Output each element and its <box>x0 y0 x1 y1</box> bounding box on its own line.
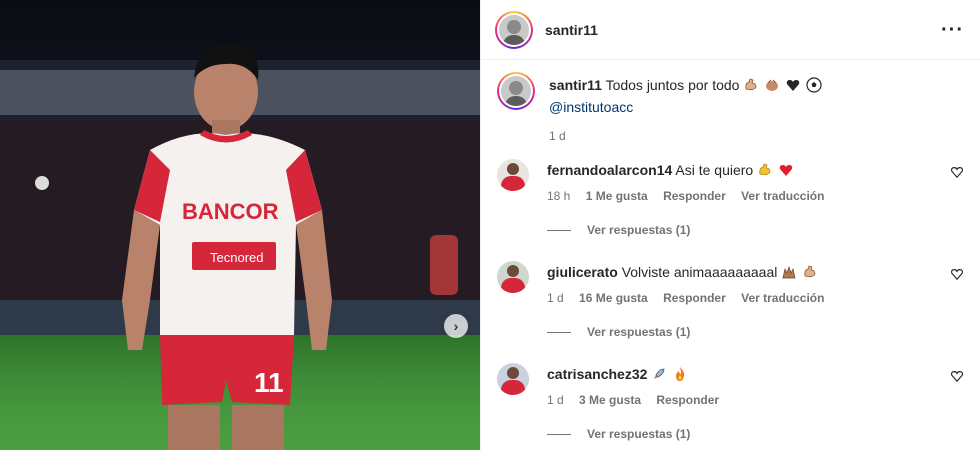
flexed-biceps-icon <box>804 265 816 278</box>
comments-list: santir11 Todos juntos por todo @institut… <box>481 60 980 441</box>
comment-username[interactable]: giulicerato <box>547 264 618 280</box>
comment-username[interactable]: fernandoalarcon14 <box>547 162 672 178</box>
view-replies-button[interactable]: Ver respuestas (1) <box>547 325 964 339</box>
translate-button[interactable]: Ver traducción <box>741 189 824 203</box>
comment-username[interactable]: catrisanchez32 <box>547 366 647 382</box>
flexed-biceps-icon <box>759 163 771 176</box>
like-heart-icon[interactable] <box>950 165 964 179</box>
caption-text: Todos juntos por todo <box>605 77 740 93</box>
fire-icon <box>676 367 685 381</box>
author-username[interactable]: santir11 <box>545 22 598 38</box>
comment-item: fernandoalarcon14 Asi te quiero 18 h 1 M… <box>497 159 964 203</box>
svg-text:11: 11 <box>254 367 284 398</box>
chevron-right-icon: › <box>453 318 459 334</box>
caption-avatar[interactable] <box>497 72 535 110</box>
comment-text: Volviste animaaaaaaaaal <box>621 264 778 280</box>
soccer-ball-icon <box>806 77 822 93</box>
comment-time: 1 d <box>547 291 564 305</box>
more-options-icon[interactable]: ··· <box>941 20 964 40</box>
flexed-biceps-icon <box>745 78 757 91</box>
reply-button[interactable]: Responder <box>663 189 726 203</box>
rocket-icon <box>654 368 665 379</box>
comment-text: Asi te quiero <box>675 162 754 178</box>
player-photo: BANCOR Tecnored 11 <box>0 43 480 450</box>
caption-username[interactable]: santir11 <box>549 77 602 93</box>
heart-icon <box>786 80 800 91</box>
author-avatar[interactable] <box>495 10 533 49</box>
comment-avatar[interactable] <box>497 261 529 293</box>
comment-item: giulicerato Volviste animaaaaaaaaal 1 d … <box>497 261 964 305</box>
view-replies-button[interactable]: Ver respuestas (1) <box>547 427 964 441</box>
comment-time: 1 d <box>547 393 564 407</box>
translate-button[interactable]: Ver traducción <box>741 291 824 305</box>
post-caption: santir11 Todos juntos por todo @institut… <box>497 72 964 143</box>
comment-item: catrisanchez32 1 d 3 Me gusta Responder <box>497 363 964 407</box>
like-heart-icon[interactable] <box>950 369 964 383</box>
caption-emojis <box>743 77 823 93</box>
comment-likes[interactable]: 1 Me gusta <box>586 189 648 203</box>
svg-text:BANCOR: BANCOR <box>182 199 279 224</box>
red-heart-icon <box>779 165 793 176</box>
comment-avatar[interactable] <box>497 363 529 395</box>
post-panel: santir11 ··· santir11 Todos juntos por t… <box>480 0 980 450</box>
caption-time: 1 d <box>549 129 566 143</box>
comment-time: 18 h <box>547 189 571 203</box>
post-image[interactable]: BANCOR Tecnored 11 › <box>0 0 480 450</box>
raising-hands-icon <box>782 265 796 279</box>
reply-button[interactable]: Responder <box>663 291 726 305</box>
carousel-next-button[interactable]: › <box>444 314 468 338</box>
comment-likes[interactable]: 16 Me gusta <box>579 291 648 305</box>
view-replies-button[interactable]: Ver respuestas (1) <box>547 223 964 237</box>
comment-likes[interactable]: 3 Me gusta <box>579 393 641 407</box>
comment-avatar[interactable] <box>497 159 529 191</box>
like-heart-icon[interactable] <box>950 267 964 281</box>
clapping-hands-icon <box>766 79 779 91</box>
reply-button[interactable]: Responder <box>656 393 719 407</box>
caption-mention[interactable]: @institutoacc <box>549 98 964 116</box>
post-header: santir11 ··· <box>481 0 980 60</box>
svg-text:Tecnored: Tecnored <box>210 250 263 265</box>
